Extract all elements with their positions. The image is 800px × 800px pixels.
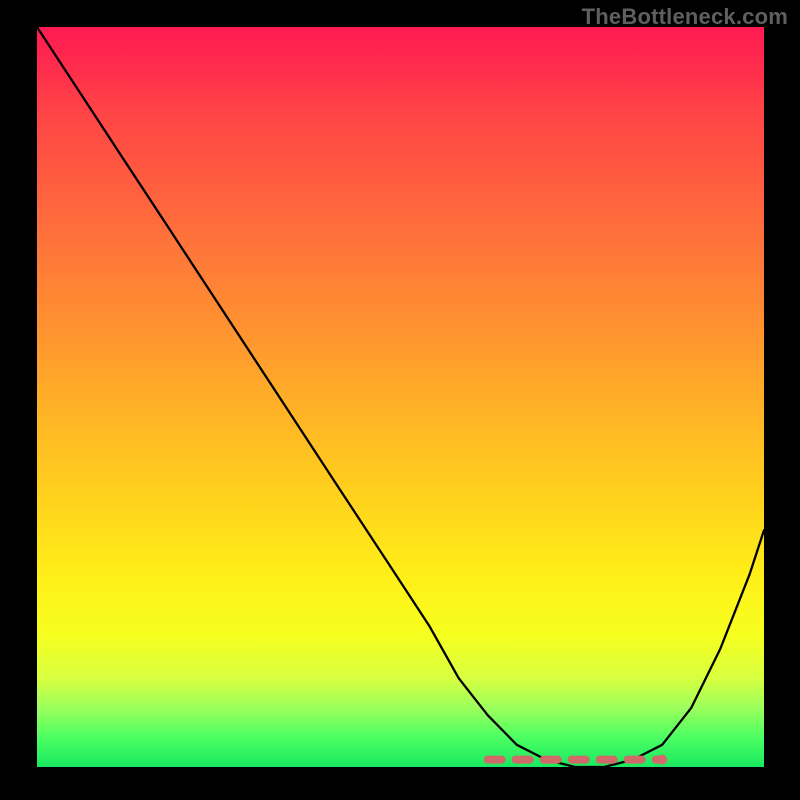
optimal-range-end-dot: [657, 755, 667, 765]
plot-area: [37, 27, 764, 767]
curve-layer: [37, 27, 764, 767]
bottleneck-curve: [37, 27, 764, 767]
chart-frame: TheBottleneck.com: [0, 0, 800, 800]
watermark-text: TheBottleneck.com: [582, 4, 788, 30]
